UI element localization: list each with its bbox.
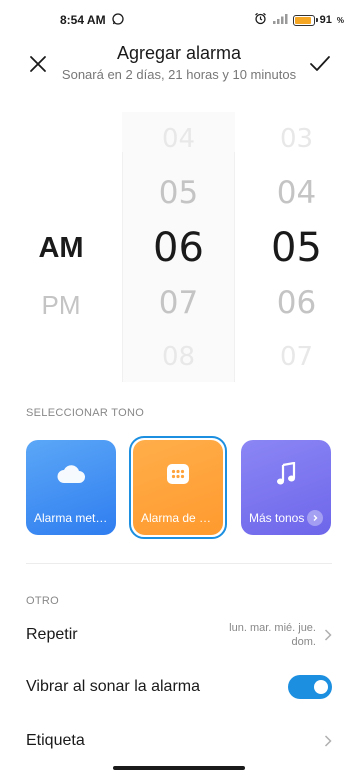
minute-option[interactable]: 04 bbox=[235, 175, 358, 211]
minute-option[interactable]: 03 bbox=[235, 124, 358, 154]
tone-card-more[interactable]: Más tonos bbox=[241, 440, 331, 535]
header: Agregar alarma Sonará en 2 días, 21 hora… bbox=[0, 40, 358, 90]
whatsapp-icon bbox=[111, 12, 124, 28]
vibrate-toggle[interactable] bbox=[288, 675, 332, 699]
repeat-value: lun. mar. mié. jue. dom. bbox=[229, 622, 316, 648]
minute-option[interactable]: 06 bbox=[235, 285, 358, 321]
time-picker: AM PM 04 05 06 07 08 03 04 05 06 07 bbox=[0, 112, 358, 382]
check-icon bbox=[310, 56, 330, 71]
battery-fill bbox=[294, 16, 311, 24]
minute-option[interactable]: 07 bbox=[235, 342, 358, 372]
tag-row[interactable]: Etiqueta bbox=[26, 721, 332, 761]
chevron-right-icon bbox=[324, 629, 332, 641]
battery-icon bbox=[292, 14, 318, 26]
status-bar: 8:54 AM 91 % bbox=[0, 0, 358, 40]
ampm-wheel[interactable]: AM PM bbox=[0, 112, 122, 382]
tone-section-label: SELECCIONAR TONO bbox=[26, 407, 145, 419]
hour-option[interactable]: 07 bbox=[122, 285, 235, 321]
repeat-row[interactable]: Repetir lun. mar. mié. jue. dom. bbox=[26, 615, 332, 655]
minute-wheel[interactable]: 03 04 05 06 07 bbox=[235, 112, 358, 382]
hour-option[interactable]: 04 bbox=[122, 124, 235, 154]
repeat-label: Repetir bbox=[26, 626, 78, 643]
tone-card-label: Alarma de nat… bbox=[141, 511, 217, 525]
tone-card-nature[interactable]: Alarma de nat… bbox=[133, 440, 223, 535]
other-section-label: OTRO bbox=[26, 595, 59, 607]
chevron-right-icon bbox=[307, 510, 323, 526]
divider bbox=[26, 563, 332, 564]
status-time: 8:54 AM bbox=[60, 13, 106, 27]
minute-selected[interactable]: 05 bbox=[235, 225, 358, 271]
confirm-button[interactable] bbox=[304, 48, 336, 80]
hour-selected[interactable]: 06 bbox=[122, 225, 235, 271]
tone-card-weather[interactable]: Alarma meteo… bbox=[26, 440, 116, 535]
music-note-icon bbox=[241, 458, 331, 490]
tone-card-label: Alarma meteo… bbox=[34, 511, 110, 525]
home-indicator[interactable] bbox=[113, 766, 245, 770]
alarm-icon bbox=[254, 12, 267, 28]
hour-option[interactable]: 05 bbox=[122, 175, 235, 211]
chevron-right-icon bbox=[324, 735, 332, 747]
hour-option[interactable]: 08 bbox=[122, 342, 235, 372]
toggle-knob bbox=[314, 680, 328, 694]
vibrate-row: Vibrar al sonar la alarma bbox=[26, 667, 332, 707]
tag-label: Etiqueta bbox=[26, 732, 85, 749]
vibrate-label: Vibrar al sonar la alarma bbox=[26, 678, 201, 695]
hour-wheel[interactable]: 04 05 06 07 08 bbox=[122, 112, 235, 382]
battery-percent: 91 bbox=[319, 14, 332, 26]
cloud-icon bbox=[26, 458, 116, 490]
ampm-selected[interactable]: AM bbox=[0, 232, 122, 265]
grid-icon bbox=[133, 458, 223, 490]
percent-sign: % bbox=[336, 15, 344, 25]
signal-icon bbox=[272, 13, 288, 28]
ampm-option[interactable]: PM bbox=[0, 290, 122, 321]
